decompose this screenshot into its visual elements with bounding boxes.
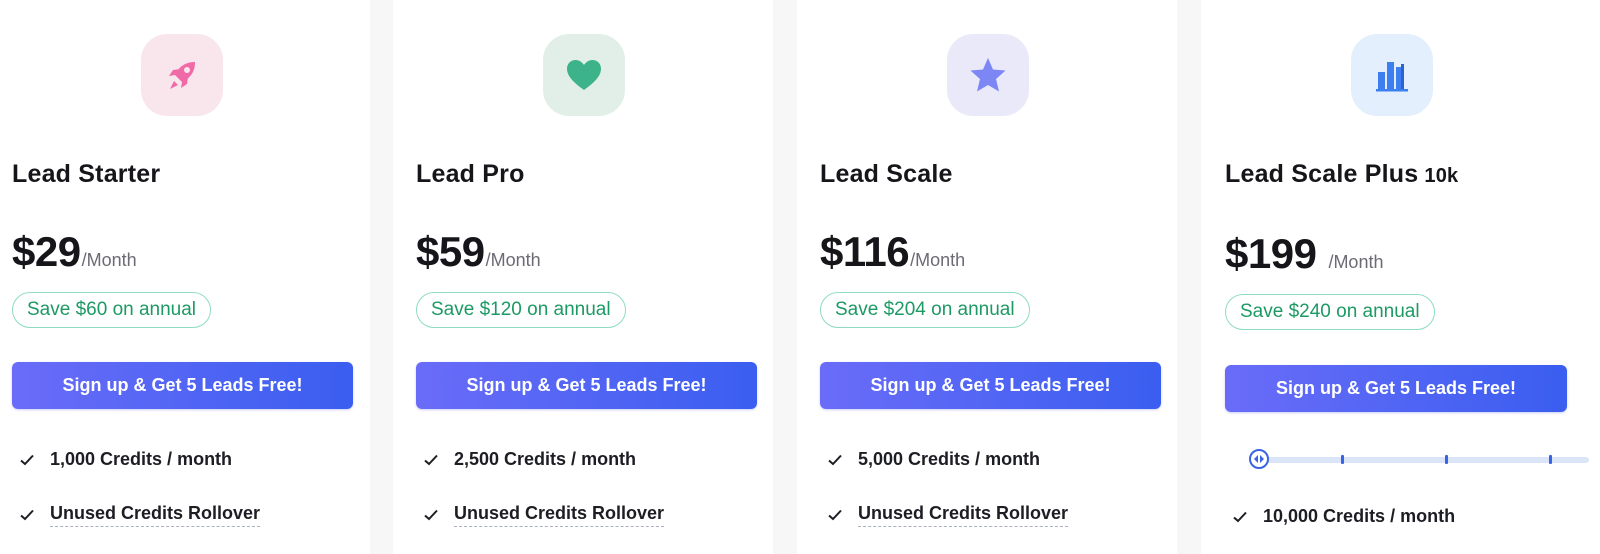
plan-title: Lead Scale xyxy=(820,160,953,188)
star-icon xyxy=(970,58,1006,92)
plan-icon-badge xyxy=(1351,34,1433,116)
annual-savings-badge: Save $60 on annual xyxy=(12,292,212,328)
feature-item: 1,000 Credits / month xyxy=(18,449,232,470)
signup-button[interactable]: Sign up & Get 5 Leads Free! xyxy=(1225,365,1567,412)
check-icon xyxy=(20,509,34,521)
plan-card-lead-scale: Lead Scale $116 /Month Save $204 on annu… xyxy=(797,0,1177,554)
feature-tooltip-label[interactable]: Unused Credits Rollover xyxy=(454,503,665,527)
plan-price: $116 xyxy=(820,228,910,275)
check-icon xyxy=(1233,511,1247,522)
price-period: /Month xyxy=(910,250,966,270)
slider-tick xyxy=(1341,455,1344,464)
annual-savings-badge: Save $240 on annual xyxy=(1225,294,1435,330)
slider-handle[interactable] xyxy=(1249,449,1269,469)
price-row: $29 /Month xyxy=(12,228,137,276)
drag-arrows-icon xyxy=(1254,455,1264,463)
feature-label: 10,000 Credits / month xyxy=(1263,506,1456,526)
check-icon xyxy=(828,454,842,465)
plan-price: $29 xyxy=(12,228,81,275)
plan-icon-badge xyxy=(543,34,625,116)
credits-tier-label: 10k xyxy=(1424,165,1459,187)
plan-card-lead-pro: Lead Pro $59 /Month Save $120 on annual … xyxy=(393,0,773,554)
feature-label: 5,000 Credits / month xyxy=(858,449,1041,469)
plan-price: $199 xyxy=(1225,230,1317,277)
slider-track[interactable] xyxy=(1259,457,1589,463)
price-period: /Month xyxy=(485,250,541,270)
price-row: $59 /Month xyxy=(416,228,541,276)
feature-label: 1,000 Credits / month xyxy=(50,449,233,469)
price-row: $199 /Month xyxy=(1225,230,1383,278)
feature-item: 10,000 Credits / month xyxy=(1231,506,1455,527)
slider-tick xyxy=(1445,455,1448,464)
annual-savings-badge: Save $120 on annual xyxy=(416,292,626,328)
rocket-icon xyxy=(169,62,195,89)
feature-item: 5,000 Credits / month xyxy=(826,449,1040,470)
signup-button[interactable]: Sign up & Get 5 Leads Free! xyxy=(416,362,757,409)
plan-card-lead-starter: Lead Starter $29 /Month Save $60 on annu… xyxy=(0,0,370,554)
check-icon xyxy=(424,509,438,521)
plan-title: Lead Scale Plus 10k xyxy=(1225,160,1459,188)
price-period: /Month xyxy=(1328,252,1384,272)
plan-title: Lead Starter xyxy=(12,160,161,188)
feature-tooltip-label[interactable]: Unused Credits Rollover xyxy=(858,503,1069,527)
bar-chart-icon xyxy=(1376,62,1408,92)
feature-item: 2,500 Credits / month xyxy=(422,449,636,470)
plan-card-lead-scale-plus: Lead Scale Plus 10k $199 /Month Save $240… xyxy=(1201,0,1600,554)
plan-icon-badge xyxy=(947,34,1029,116)
feature-tooltip-label[interactable]: Unused Credits Rollover xyxy=(50,503,261,527)
plan-title: Lead Pro xyxy=(416,160,525,188)
price-row: $116 /Month xyxy=(820,228,965,276)
credits-slider[interactable] xyxy=(1249,449,1589,469)
feature-item: Unused Credits Rollover xyxy=(422,503,665,527)
feature-label: 2,500 Credits / month xyxy=(454,449,637,469)
check-icon xyxy=(828,509,842,521)
feature-item: Unused Credits Rollover xyxy=(18,503,261,527)
heart-icon xyxy=(567,60,601,90)
check-icon xyxy=(20,454,34,465)
feature-item: Unused Credits Rollover xyxy=(826,503,1069,527)
signup-button[interactable]: Sign up & Get 5 Leads Free! xyxy=(12,362,353,409)
check-icon xyxy=(424,454,438,465)
price-period: /Month xyxy=(81,250,137,270)
plan-icon-badge xyxy=(141,34,223,116)
annual-savings-badge: Save $204 on annual xyxy=(820,292,1030,328)
signup-button[interactable]: Sign up & Get 5 Leads Free! xyxy=(820,362,1161,409)
plan-price: $59 xyxy=(416,228,485,275)
slider-tick xyxy=(1549,455,1552,464)
